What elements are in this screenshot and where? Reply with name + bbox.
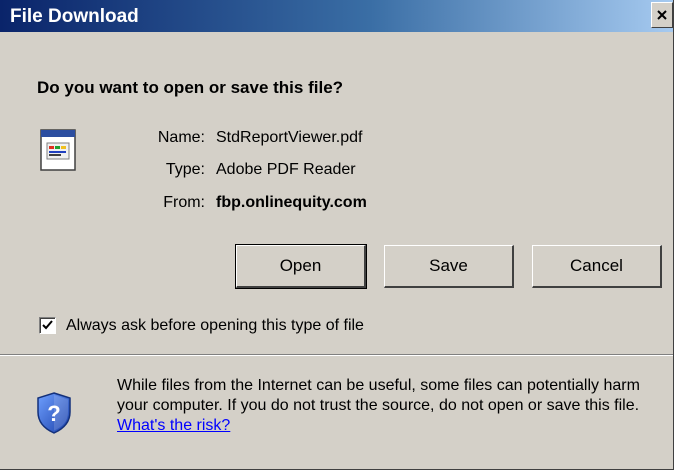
file-source-value: fbp.onlinequity.com [216, 194, 367, 211]
window-title: File Download [10, 6, 139, 27]
file-type-value: Adobe PDF Reader [216, 161, 356, 178]
dialog-question: Do you want to open or save this file? [37, 78, 344, 97]
close-icon [657, 10, 667, 20]
separator [0, 354, 673, 356]
title-bar[interactable]: File Download [0, 0, 673, 32]
security-warning-text: While files from the Internet can be use… [117, 376, 662, 436]
name-label: Name: [157, 129, 205, 146]
open-button[interactable]: Open [235, 244, 367, 289]
warning-message: While files from the Internet can be use… [117, 377, 640, 414]
always-ask-label[interactable]: Always ask before opening this type of f… [66, 317, 364, 335]
close-button[interactable] [651, 2, 673, 28]
file-download-dialog: File Download Do you want to open or sav… [0, 0, 674, 470]
from-label: From: [163, 194, 205, 211]
cancel-button[interactable]: Cancel [532, 245, 662, 288]
whats-the-risk-link[interactable]: What's the risk? [117, 417, 230, 434]
svg-text:?: ? [47, 401, 60, 426]
always-ask-checkbox[interactable] [39, 317, 56, 334]
file-name-value: StdReportViewer.pdf [216, 129, 363, 146]
security-shield-question-icon: ? [37, 392, 71, 434]
save-button[interactable]: Save [384, 245, 514, 288]
checkmark-icon [42, 320, 53, 330]
type-label: Type: [165, 161, 205, 178]
